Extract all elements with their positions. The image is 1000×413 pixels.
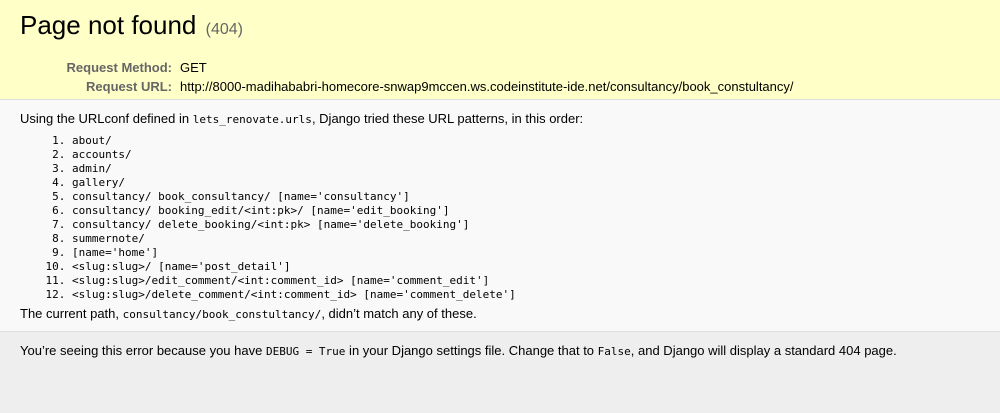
request-method-value: GET (180, 60, 207, 75)
current-path: consultancy/book_constultancy/ (122, 308, 322, 321)
url-pattern-item: [name='home'] (72, 246, 980, 260)
urlconf-intro: Using the URLconf defined in lets_renova… (20, 111, 980, 128)
urlconf-intro-before: Using the URLconf defined in (20, 111, 193, 126)
request-method-label: Request Method: (66, 60, 172, 75)
page-title-text: Page not found (20, 10, 197, 40)
current-path-after: , didn’t match any of these. (321, 306, 477, 321)
url-patterns-info: Using the URLconf defined in lets_renova… (0, 100, 1000, 332)
url-pattern-item: consultancy/ book_consultancy/ [name='co… (72, 190, 980, 204)
explanation-part3: , and Django will display a standard 404… (630, 343, 897, 358)
explanation-part1: You’re seeing this error because you hav… (20, 343, 266, 358)
url-pattern-list: about/accounts/admin/gallery/consultancy… (20, 134, 980, 302)
url-pattern-item: <slug:slug>/edit_comment/<int:comment_id… (72, 274, 980, 288)
url-pattern-item: <slug:slug>/ [name='post_detail'] (72, 260, 980, 274)
current-path-note: The current path, consultancy/book_const… (20, 306, 980, 323)
url-pattern-item: <slug:slug>/delete_comment/<int:comment_… (72, 288, 980, 302)
error-summary: Page not found (404) Request Method: GET… (0, 0, 1000, 100)
false-code: False (597, 345, 631, 358)
url-pattern-item: accounts/ (72, 148, 980, 162)
url-pattern-item: summernote/ (72, 232, 980, 246)
url-pattern-item: consultancy/ booking_edit/<int:pk>/ [nam… (72, 204, 980, 218)
current-path-before: The current path, (20, 306, 123, 321)
request-url-label: Request URL: (86, 79, 172, 94)
explanation-part2: in your Django settings file. Change tha… (345, 343, 598, 358)
urlconf-intro-after: , Django tried these URL patterns, in th… (311, 111, 584, 126)
debug-setting-code: DEBUG = True (265, 345, 346, 358)
explanation-text: You’re seeing this error because you hav… (20, 343, 980, 360)
request-url-row: Request URL: http://8000-madihababri-hom… (20, 78, 794, 97)
status-code: (404) (205, 21, 243, 38)
request-url-value: http://8000-madihababri-homecore-snwap9m… (180, 79, 794, 94)
url-pattern-item: gallery/ (72, 176, 980, 190)
page-title: Page not found (404) (20, 10, 980, 45)
url-pattern-item: admin/ (72, 162, 980, 176)
request-method-row: Request Method: GET (20, 59, 794, 78)
request-meta-table: Request Method: GET Request URL: http://… (20, 59, 794, 97)
url-pattern-item: consultancy/ delete_booking/<int:pk> [na… (72, 218, 980, 232)
urlconf-name: lets_renovate.urls (192, 113, 312, 126)
url-pattern-item: about/ (72, 134, 980, 148)
debug-explanation: You’re seeing this error because you hav… (0, 332, 1000, 371)
